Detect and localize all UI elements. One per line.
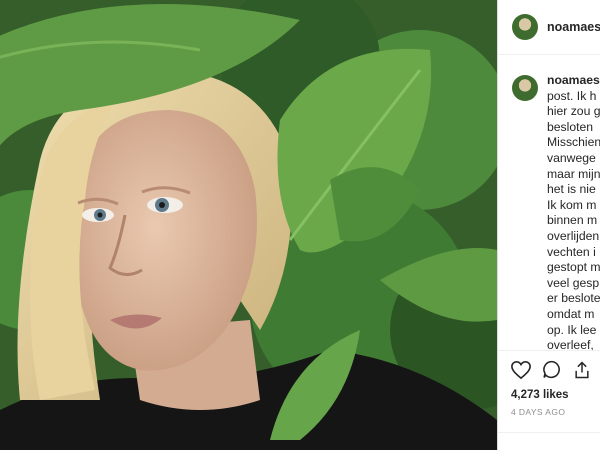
action-icons [498, 359, 600, 385]
likes-count[interactable]: 4,273 likes [498, 389, 600, 401]
caption-line: post. Ik h [547, 88, 597, 103]
caption-avatar[interactable] [512, 75, 538, 101]
caption-line: omdat m [547, 306, 595, 321]
photo-illustration [0, 0, 497, 450]
share-icon[interactable] [572, 360, 592, 385]
caption-line: vechten i [547, 244, 596, 259]
post-header: noamaes [498, 0, 600, 55]
heart-icon[interactable] [510, 360, 532, 385]
caption-line: het is nie [547, 182, 596, 197]
caption-line: besloten [547, 119, 594, 134]
caption-line: Ik kom m [547, 197, 597, 212]
caption-line: veel gesp [547, 275, 600, 290]
post-photo[interactable] [0, 0, 497, 450]
add-comment-area[interactable] [498, 432, 600, 450]
caption-line: gestopt m [547, 260, 600, 275]
post-time: 4 DAYS AGO [511, 407, 566, 417]
caption-line[interactable]: noamaest [547, 73, 600, 89]
username[interactable]: noamaes [547, 20, 600, 34]
caption-line: op. Ik lee [547, 322, 597, 337]
instagram-post-screenshot: noamaes noamaest post. Ik h hier zou g b… [0, 0, 600, 450]
caption-text: noamaest post. Ik h hier zou g besloten … [547, 73, 600, 354]
caption-line: Misschien [547, 135, 600, 150]
caption-line: vanwege [547, 150, 596, 165]
caption-line: er beslote [547, 291, 600, 306]
caption-line: binnen m [547, 213, 598, 228]
avatar[interactable] [512, 14, 538, 40]
post-sidebar: noamaes noamaest post. Ik h hier zou g b… [497, 0, 600, 450]
caption-line: maar mijn [547, 166, 600, 181]
comment-icon[interactable] [541, 359, 563, 385]
post-actions: 4,273 likes 4 DAYS AGO [498, 350, 600, 417]
caption-line: hier zou g [547, 104, 600, 119]
caption: noamaest post. Ik h hier zou g besloten … [498, 55, 600, 354]
caption-line: overlijden [547, 228, 600, 243]
